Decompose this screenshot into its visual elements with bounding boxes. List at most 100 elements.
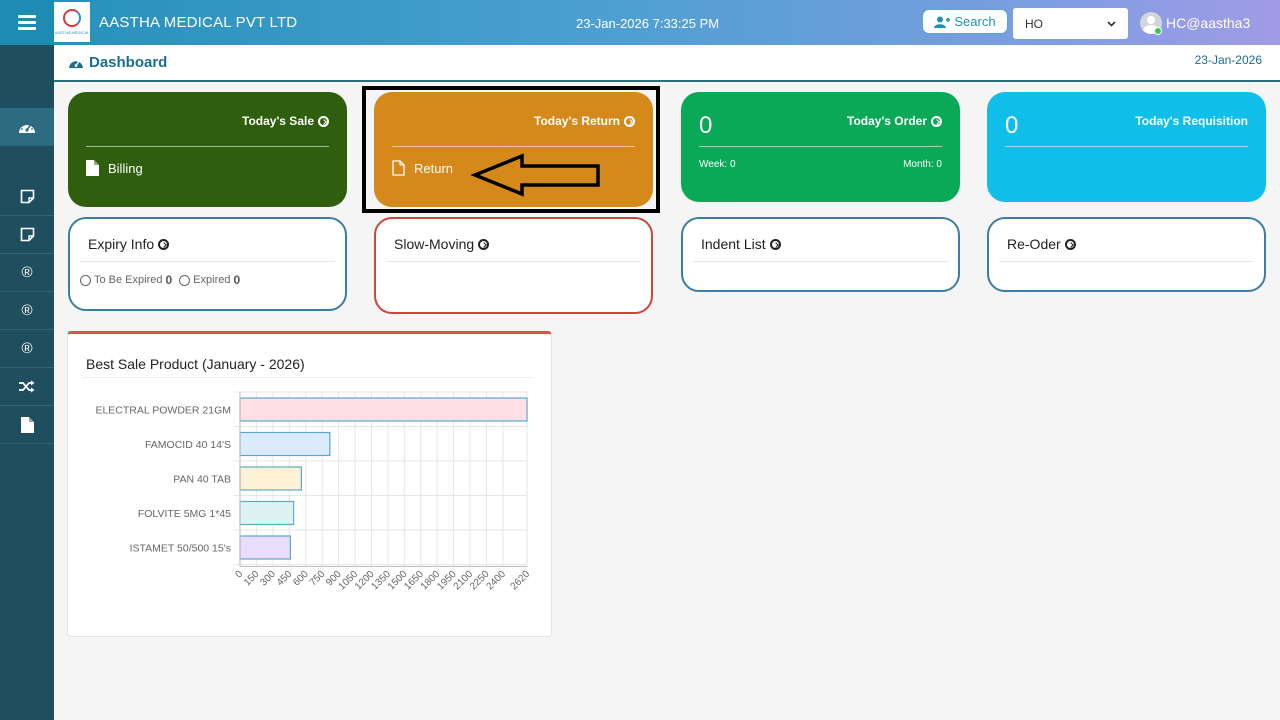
dashboard-gauge-icon: [69, 60, 83, 68]
category-label: FOLVITE 5MG 1*45: [138, 508, 231, 520]
page-title-text: Dashboard: [89, 54, 168, 71]
x-tick-label: 300: [258, 569, 278, 589]
slow-moving-card: Slow-Moving: [374, 217, 653, 314]
search-button-label: Search: [954, 14, 996, 29]
x-tick-label: 450: [275, 569, 295, 589]
divider: [1005, 146, 1248, 147]
month-count: Month: 0: [903, 159, 942, 170]
category-label: ISTAMET 50/500 15's: [130, 543, 231, 555]
todays-order-link[interactable]: Today's Order: [847, 114, 942, 128]
billing-link[interactable]: Billing: [86, 160, 143, 176]
todays-requisition-card: 0 Today's Requisition: [987, 92, 1266, 202]
divider: [999, 261, 1254, 262]
to-be-expired-radio[interactable]: [80, 274, 91, 286]
x-tick-label: 2620: [509, 569, 533, 593]
category-label: ELECTRAL POWDER 21GM: [95, 405, 231, 417]
arrow-circle-right-icon: [931, 115, 942, 127]
category-label: FAMOCID 40 14'S: [145, 439, 231, 451]
arrow-circle-right-icon: [769, 238, 781, 250]
sidebar-item-document[interactable]: [0, 406, 54, 444]
sidebar-item-notes[interactable]: [0, 178, 54, 216]
todays-sale-title: Today's Sale: [242, 114, 314, 128]
chevron-down-icon: [1107, 20, 1116, 27]
menu-toggle-button[interactable]: [0, 0, 54, 45]
company-name: AASTHA MEDICAL PVT LTD: [99, 14, 298, 31]
reorder-card: Re-Oder: [987, 217, 1266, 292]
page-date: 23-Jan-2026: [1194, 53, 1262, 67]
sidebar-item-transfer[interactable]: [0, 368, 54, 406]
todays-order-count: 0: [699, 112, 713, 139]
slow-moving-link[interactable]: Slow-Moving: [394, 236, 490, 252]
page-header: Dashboard 23-Jan-2026: [54, 45, 1280, 82]
to-be-expired-count: 0: [165, 273, 173, 287]
dashboard-gauge-icon: [19, 121, 35, 133]
sidebar-item-dashboard[interactable]: [0, 108, 54, 146]
registered-icon: ®: [21, 264, 33, 281]
registered-icon: ®: [21, 302, 33, 319]
indent-list-link[interactable]: Indent List: [701, 236, 781, 252]
indent-list-title: Indent List: [701, 236, 766, 252]
divider: [386, 261, 641, 262]
todays-requisition-count: 0: [1005, 112, 1019, 139]
sticky-note-icon: [20, 227, 34, 242]
arrow-circle-right-icon: [478, 238, 490, 250]
sidebar-item-notes-2[interactable]: [0, 216, 54, 254]
category-label: PAN 40 TAB: [173, 474, 231, 486]
add-user-icon: [934, 16, 951, 28]
sidebar-item-registered-1[interactable]: ®: [0, 254, 54, 292]
x-tick-label: 150: [242, 569, 262, 589]
arrow-circle-right-icon: [158, 238, 170, 250]
hamburger-icon: [18, 12, 36, 33]
bar: [239, 500, 295, 526]
sidebar-item-registered-3[interactable]: ®: [0, 330, 54, 368]
shuffle-icon: [19, 380, 35, 393]
divider: [699, 146, 942, 147]
best-sale-chart-panel: Best Sale Product (January - 2026) ELECT…: [67, 331, 552, 637]
todays-order-title: Today's Order: [847, 114, 927, 128]
user-name: HC@aastha3: [1166, 15, 1251, 31]
current-datetime: 23-Jan-2026 7:33:25 PM: [576, 16, 720, 31]
indent-list-card: Indent List: [681, 217, 960, 292]
x-tick-label: 600: [291, 569, 311, 589]
bar: [239, 535, 291, 560]
expired-label: Expired: [193, 274, 231, 286]
logo-mark-icon: [63, 9, 81, 27]
x-tick-label: 750: [308, 569, 328, 589]
company-logo: AASTHA MEDICAL: [54, 2, 90, 42]
bar: [239, 466, 302, 491]
todays-requisition-title: Today's Requisition: [1135, 114, 1248, 128]
top-bar: AASTHA MEDICAL AASTHA MEDICAL PVT LTD 23…: [0, 0, 1280, 45]
page-title: Dashboard: [68, 54, 167, 71]
sticky-note-icon: [20, 189, 34, 204]
reorder-link[interactable]: Re-Oder: [1007, 236, 1076, 252]
bar: [239, 431, 331, 457]
expired-radio[interactable]: [179, 274, 191, 286]
todays-order-card: 0 Today's Order Week: 0 Month: 0: [681, 92, 960, 202]
todays-sale-link[interactable]: Today's Sale: [242, 114, 329, 128]
best-sale-bar-chart: ELECTRAL POWDER 21GM FAMOCID 40 14'S PAN 4…: [95, 391, 533, 593]
sidebar-item-registered-2[interactable]: ®: [0, 292, 54, 330]
week-count: Week: 0: [699, 159, 736, 170]
slow-moving-title: Slow-Moving: [394, 236, 475, 252]
todays-requisition-link[interactable]: Today's Requisition: [1135, 114, 1248, 128]
registered-icon: ®: [21, 340, 33, 357]
todays-sale-card: Today's Sale Billing: [68, 92, 347, 207]
to-be-expired-label: To Be Expired: [94, 274, 163, 286]
branch-select[interactable]: HO: [1013, 8, 1128, 39]
divider: [86, 146, 329, 147]
arrow-circle-right-icon: [318, 115, 329, 127]
expired-count: 0: [233, 273, 241, 287]
billing-label: Billing: [108, 160, 143, 176]
divider: [693, 261, 948, 262]
divider: [80, 261, 335, 262]
file-icon: [20, 416, 34, 433]
arrow-circle-right-icon: [1064, 238, 1076, 250]
expiry-info-link[interactable]: Expiry Info: [88, 236, 170, 252]
sidebar: ® ® ®: [0, 45, 54, 720]
file-icon: [86, 160, 99, 176]
search-button[interactable]: Search: [922, 9, 1008, 34]
x-tick-label: 2400: [485, 569, 509, 593]
expiry-info-card: Expiry Info To Be Expired 0 Expired 0: [68, 217, 347, 311]
online-status-icon: [1154, 27, 1162, 35]
pointer-arrow-icon: [470, 153, 600, 197]
